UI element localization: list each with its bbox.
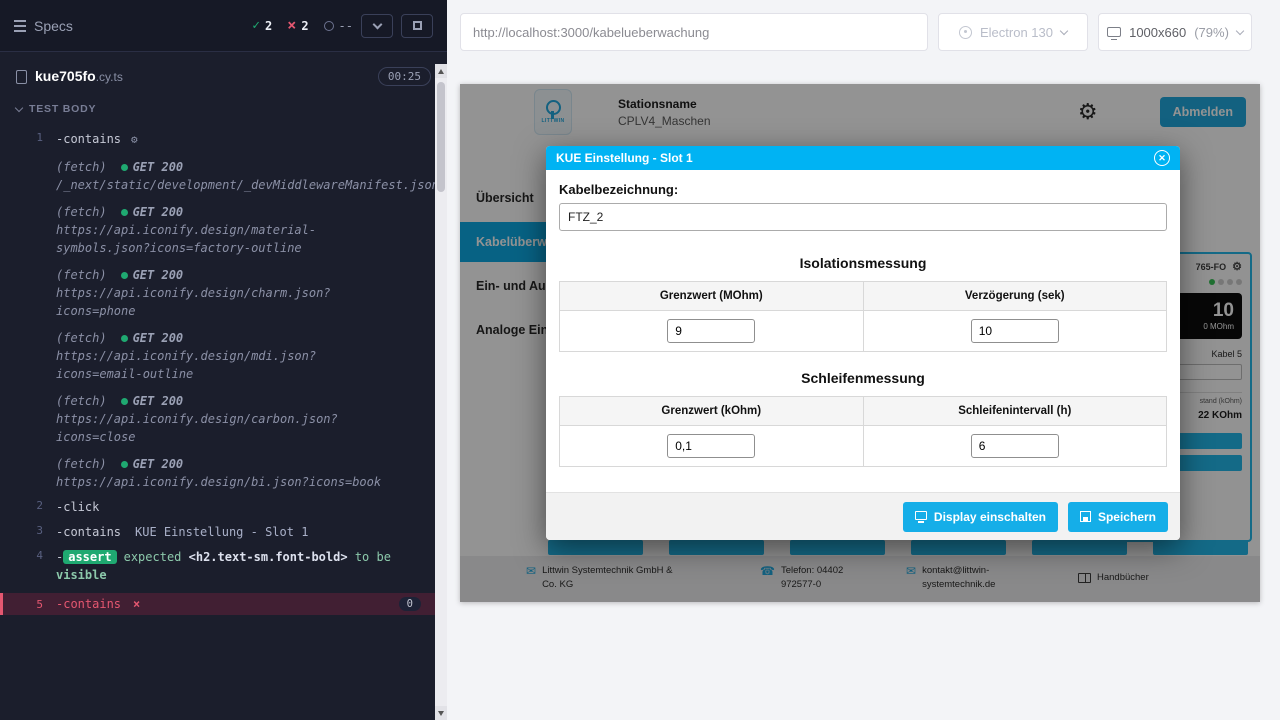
stat-failed: ×2: [287, 18, 308, 33]
chevron-down-icon: [372, 19, 382, 29]
specs-list-icon[interactable]: [14, 20, 26, 32]
fetch-url: https://api.iconify.design/charm.json?ic…: [56, 284, 399, 320]
fetch-url: https://api.iconify.design/carbon.json?i…: [56, 410, 399, 446]
scroll-down-arrow[interactable]: [435, 706, 447, 720]
reporter-scrollbar[interactable]: [435, 64, 447, 720]
modal-footer: Display einschalten Speichern: [546, 492, 1180, 540]
specs-title[interactable]: Specs: [34, 18, 73, 34]
fetch-url: https://api.iconify.design/material-symb…: [56, 221, 399, 257]
command-click: click: [56, 500, 99, 514]
loop-interval-input[interactable]: [971, 434, 1059, 458]
column-header: Schleifenintervall (h): [863, 397, 1167, 426]
iso-limit-input[interactable]: [667, 319, 755, 343]
spec-timer: 00:25: [378, 67, 431, 86]
spec-row[interactable]: kue705fo.cy.ts 00:25: [0, 52, 447, 95]
close-icon[interactable]: ✕: [1154, 150, 1170, 166]
failed-command-row[interactable]: 5 contains× 0: [0, 593, 435, 615]
fetch-log[interactable]: (fetch)GET 200/_next/static/development/…: [0, 158, 435, 194]
fetch-log[interactable]: (fetch)GET 200https://api.iconify.design…: [0, 203, 435, 257]
column-header: Verzögerung (sek): [863, 282, 1167, 311]
floppy-save-icon: [1080, 511, 1091, 522]
command-contains: contains: [56, 132, 121, 146]
assert-selector: <h2.text-sm.font-bold>: [189, 550, 348, 564]
stat-passed: ✓2: [252, 18, 272, 33]
monitor-icon: [1107, 27, 1121, 37]
command-row[interactable]: 1 contains⚙: [0, 130, 435, 149]
column-header: Grenzwert (MOhm): [560, 282, 864, 311]
chevron-down-icon: [15, 103, 23, 111]
modal-header: KUE Einstellung - Slot 1 ✕: [546, 146, 1180, 170]
spec-name: kue705fo: [35, 68, 96, 84]
fetch-log[interactable]: (fetch)GET 200https://api.iconify.design…: [0, 329, 435, 383]
fetch-url: https://api.iconify.design/mdi.json?icon…: [56, 347, 399, 383]
command-arg: KUE Einstellung - Slot 1: [135, 525, 308, 539]
status-dot: [121, 335, 128, 342]
status-dot: [121, 398, 128, 405]
app-under-test: LITTWIN Stationsname CPLV4_Maschen ⚙ Abm…: [460, 84, 1260, 602]
scroll-up-arrow[interactable]: [435, 64, 447, 78]
chevron-down-icon: [1060, 26, 1068, 34]
column-header: Grenzwert (kOhm): [560, 397, 864, 426]
runner-topbar: http://localhost:3000/kabelueberwachung …: [447, 0, 1280, 64]
collapse-button[interactable]: [361, 14, 393, 38]
stat-pending: --: [324, 19, 353, 33]
command-row[interactable]: 3 containsKUE Einstellung - Slot 1: [0, 523, 435, 541]
test-stats: ✓2 ×2 --: [252, 18, 353, 33]
modal-title: KUE Einstellung - Slot 1: [556, 151, 693, 165]
status-dot: [121, 209, 128, 216]
isolation-section-title: Isolationsmessung: [546, 255, 1180, 271]
viewport-size-select[interactable]: 1000x660 (79%): [1098, 13, 1252, 51]
pending-circle-icon: [324, 21, 334, 31]
fetch-url: /_next/static/development/_devMiddleware…: [56, 176, 439, 194]
check-icon: ✓: [252, 18, 260, 33]
file-icon: [16, 70, 27, 84]
x-icon: ×: [287, 18, 296, 33]
loop-section-title: Schleifenmessung: [546, 370, 1180, 386]
cypress-reporter: Specs ✓2 ×2 -- kue705fo.cy.ts 00:25 TEST…: [0, 0, 447, 720]
electron-icon: [959, 26, 972, 39]
isolation-table: Grenzwert (MOhm) Verzögerung (sek): [559, 281, 1167, 352]
assert-row[interactable]: 4 -assertexpected <h2.text-sm.font-bold>…: [0, 548, 435, 584]
cable-name-input[interactable]: [559, 203, 1167, 231]
stop-button[interactable]: [401, 14, 433, 38]
test-body-section[interactable]: TEST BODY: [0, 95, 447, 123]
status-dot: [121, 272, 128, 279]
fail-x-icon: ×: [133, 597, 140, 611]
command-log: 1 contains⚙ (fetch)GET 200/_next/static/…: [0, 130, 447, 615]
command-row[interactable]: 2 click: [0, 498, 435, 516]
fetch-log[interactable]: (fetch)GET 200https://api.iconify.design…: [0, 266, 435, 320]
gear-icon: ⚙: [131, 133, 138, 146]
fetch-log[interactable]: (fetch)GET 200https://api.iconify.design…: [0, 455, 435, 491]
assert-badge: assert: [63, 550, 116, 564]
command-contains: contains: [56, 597, 121, 611]
url-bar[interactable]: http://localhost:3000/kabelueberwachung: [460, 13, 928, 51]
fail-count-badge: 0: [399, 597, 421, 611]
cable-name-label: Kabelbezeichnung:: [559, 182, 1167, 197]
spec-ext: .cy.ts: [96, 70, 123, 84]
test-stage: LITTWIN Stationsname CPLV4_Maschen ⚙ Abm…: [447, 64, 1280, 720]
zoom-level: (79%): [1194, 25, 1229, 40]
fetch-log[interactable]: (fetch)GET 200https://api.iconify.design…: [0, 392, 435, 446]
scrollbar-thumb[interactable]: [437, 82, 445, 192]
chevron-down-icon: [1236, 26, 1244, 34]
status-dot: [121, 461, 128, 468]
stop-icon: [413, 21, 422, 30]
command-contains: contains: [56, 525, 121, 539]
loop-limit-input[interactable]: [667, 434, 755, 458]
loop-table: Grenzwert (kOhm) Schleifenintervall (h): [559, 396, 1167, 467]
monitor-icon: [915, 511, 927, 520]
display-on-button[interactable]: Display einschalten: [903, 502, 1058, 532]
kue-settings-modal: KUE Einstellung - Slot 1 ✕ Kabelbezeichn…: [546, 146, 1180, 540]
fetch-url: https://api.iconify.design/bi.json?icons…: [56, 473, 399, 491]
browser-select[interactable]: Electron 130: [938, 13, 1088, 51]
reporter-header: Specs ✓2 ×2 --: [0, 0, 447, 52]
save-button[interactable]: Speichern: [1068, 502, 1168, 532]
status-dot: [121, 164, 128, 171]
iso-delay-input[interactable]: [971, 319, 1059, 343]
